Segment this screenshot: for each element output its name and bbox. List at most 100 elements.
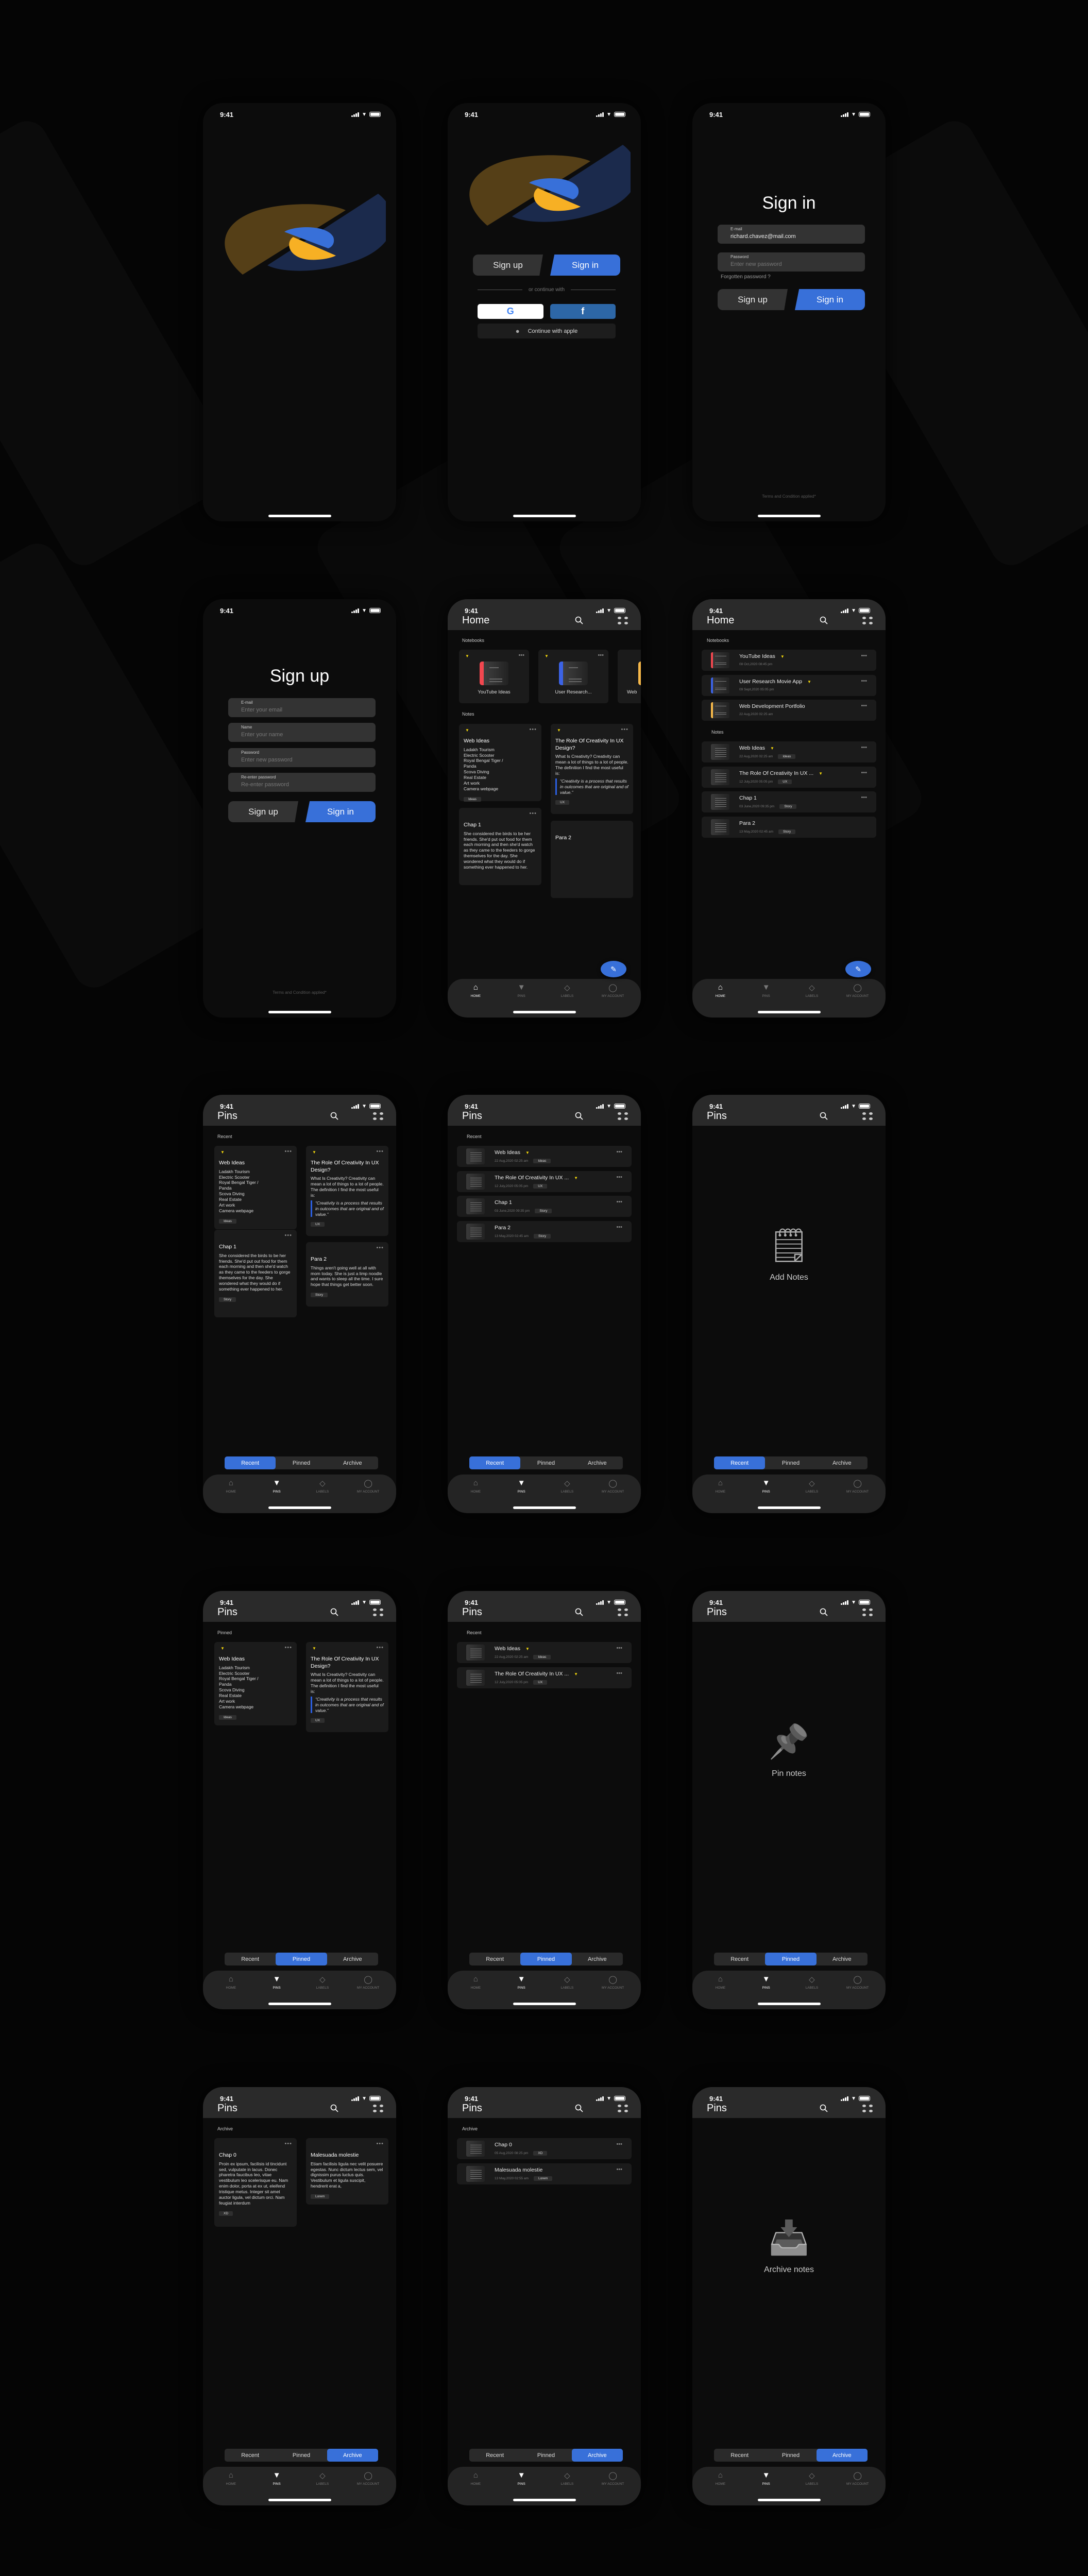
- more-icon[interactable]: •••: [621, 726, 628, 733]
- terms-link[interactable]: Terms and Condition applied*: [203, 990, 396, 995]
- tab-account[interactable]: ◯ MY ACCOUNT: [590, 1479, 636, 1513]
- note-tag[interactable]: XD: [219, 2211, 233, 2216]
- notebook-row[interactable]: YouTube Ideas ▼ 08 Oct,2020 08:45 pm •••: [702, 650, 876, 671]
- note-row[interactable]: Web Ideas ▼ 22 Aug,2020 02:25 am Ideas •••: [702, 741, 876, 762]
- more-icon[interactable]: •••: [284, 2141, 292, 2147]
- pin-icon[interactable]: ▼: [545, 654, 549, 658]
- tab-account[interactable]: ◯ MY ACCOUNT: [590, 1975, 636, 2009]
- terms-link[interactable]: Terms and Condition applied*: [692, 494, 886, 499]
- note-row[interactable]: Malesuada molestie 13 May,2020 02:55 am Lo…: [457, 2163, 632, 2184]
- more-icon[interactable]: •••: [861, 770, 867, 776]
- more-icon[interactable]: •••: [616, 1199, 622, 1205]
- more-icon[interactable]: •••: [529, 726, 537, 733]
- note-row[interactable]: Web Ideas ▼ 22 Aug,2020 02:25 am Ideas •••: [457, 1146, 632, 1167]
- notebook-card[interactable]: ▼ ••• User Research...: [538, 650, 608, 703]
- sign-up-button[interactable]: Sign up: [228, 801, 298, 822]
- tab-account[interactable]: ◯ MY ACCOUNT: [835, 1975, 880, 2009]
- note-tag[interactable]: Story: [311, 1293, 328, 1298]
- segment-recent[interactable]: Recent: [469, 1953, 520, 1965]
- pin-icon[interactable]: ▼: [819, 771, 823, 776]
- note-card[interactable]: ••• Chap 1 She considered the birds to be …: [459, 808, 541, 885]
- apple-button[interactable]: ● Continue with apple: [478, 324, 616, 338]
- segment-recent[interactable]: Recent: [225, 1456, 276, 1469]
- reenter-password-input[interactable]: [241, 782, 365, 788]
- tab-account[interactable]: ◯ MY ACCOUNT: [345, 1975, 391, 2009]
- note-row[interactable]: Chap 1 03 June,2020 09:35 pm Story •••: [457, 1196, 632, 1217]
- more-icon[interactable]: •••: [616, 1174, 622, 1180]
- note-card[interactable]: ▼ ••• The Role Of Creativity In UX Design?…: [306, 1642, 388, 1732]
- password-field[interactable]: Password: [718, 252, 865, 272]
- note-card[interactable]: ▼ ••• Web Ideas Ladakh Tourism Electric Scoo…: [459, 724, 541, 802]
- pin-icon[interactable]: ▼: [465, 728, 469, 733]
- tab-home[interactable]: ⌂ HOME: [453, 2471, 499, 2505]
- more-icon[interactable]: •••: [861, 744, 867, 751]
- note-card[interactable]: ••• Para 2 Things aren't going well at all…: [306, 1242, 388, 1307]
- more-icon[interactable]: •••: [616, 2166, 622, 2173]
- sign-in-button[interactable]: Sign in: [305, 801, 376, 822]
- notebook-row[interactable]: User Research Movie App ▼ 09 Sept,2020 05:…: [702, 675, 876, 696]
- note-tag[interactable]: Story: [535, 1209, 552, 1213]
- tab-home[interactable]: ⌂ HOME: [698, 1479, 743, 1513]
- tab-account[interactable]: ◯ MY ACCOUNT: [835, 983, 880, 1018]
- pin-icon[interactable]: ▼: [525, 1647, 530, 1651]
- note-tag[interactable]: Story: [778, 829, 796, 834]
- pin-icon[interactable]: ▼: [780, 654, 785, 659]
- note-card[interactable]: ••• Malesuada molestie Etiam facilisis lig…: [306, 2138, 388, 2205]
- password-input[interactable]: [730, 261, 854, 267]
- tab-account[interactable]: ◯ MY ACCOUNT: [345, 2471, 391, 2505]
- note-row[interactable]: Web Ideas ▼ 22 Aug,2020 02:25 am Ideas •••: [457, 1642, 632, 1663]
- segment-archive[interactable]: Archive: [327, 1953, 378, 1965]
- note-tag[interactable]: XD: [533, 2151, 548, 2156]
- note-tag[interactable]: UX: [778, 779, 792, 784]
- pin-icon[interactable]: ▼: [807, 680, 811, 684]
- password-field[interactable]: Password: [228, 748, 376, 767]
- tab-home[interactable]: ⌂ HOME: [698, 2471, 743, 2505]
- tab-home[interactable]: ⌂ HOME: [208, 1479, 254, 1513]
- note-row[interactable]: Chap 0 05 Aug,2020 08:25 pm XD •••: [457, 2138, 632, 2159]
- note-tag[interactable]: UX: [533, 1184, 548, 1189]
- email-field[interactable]: E-mail: [228, 698, 376, 717]
- segment-archive[interactable]: Archive: [327, 1456, 378, 1469]
- note-tag[interactable]: UX: [311, 1222, 325, 1227]
- more-icon[interactable]: •••: [616, 1645, 622, 1651]
- notebook-card[interactable]: Web: [618, 650, 641, 703]
- note-row[interactable]: The Role Of Creativity In UX ... ▼ 12 July…: [457, 1667, 632, 1688]
- more-icon[interactable]: •••: [861, 678, 867, 684]
- more-icon[interactable]: •••: [284, 1645, 292, 1651]
- note-row[interactable]: Para 2 13 May,2020 02:45 am Story: [702, 817, 876, 838]
- note-card[interactable]: ••• Chap 0 Proin ex ipsum, facilisis id ti…: [214, 2138, 297, 2227]
- segment-archive[interactable]: Archive: [572, 1456, 623, 1469]
- segment-pinned[interactable]: Pinned: [765, 1953, 817, 1965]
- segment-recent[interactable]: Recent: [714, 1456, 766, 1469]
- pin-icon[interactable]: ▼: [770, 746, 774, 751]
- new-note-button[interactable]: ✎: [601, 961, 626, 977]
- segment-recent[interactable]: Recent: [225, 2449, 276, 2462]
- sign-up-button[interactable]: Sign up: [473, 255, 543, 276]
- tab-account[interactable]: ◯ MY ACCOUNT: [835, 1479, 880, 1513]
- note-tag[interactable]: Ideas: [533, 1159, 551, 1163]
- more-icon[interactable]: •••: [284, 1148, 292, 1155]
- more-icon[interactable]: •••: [616, 1149, 622, 1155]
- notebook-card[interactable]: ▼ ••• YouTube Ideas: [459, 650, 529, 703]
- segment-pinned[interactable]: Pinned: [276, 1953, 327, 1965]
- note-tag[interactable]: Story: [779, 804, 797, 809]
- tab-home[interactable]: ⌂ HOME: [453, 1975, 499, 2009]
- tab-account[interactable]: ◯ MY ACCOUNT: [590, 2471, 636, 2505]
- segment-recent[interactable]: Recent: [714, 1953, 765, 1965]
- google-button[interactable]: G: [478, 304, 543, 319]
- pin-icon[interactable]: ▼: [574, 1672, 578, 1676]
- sign-up-button[interactable]: Sign up: [718, 289, 788, 310]
- pin-icon[interactable]: ▼: [312, 1646, 316, 1651]
- segment-recent[interactable]: Recent: [469, 2449, 520, 2462]
- note-tag[interactable]: UX: [555, 800, 570, 805]
- sign-in-button[interactable]: Sign in: [550, 255, 620, 276]
- forgot-password-link[interactable]: Forgotten password ?: [721, 274, 771, 280]
- more-icon[interactable]: •••: [376, 2141, 384, 2147]
- more-icon[interactable]: •••: [616, 2141, 622, 2147]
- note-row[interactable]: Chap 1 03 June,2020 09:35 pm Story •••: [702, 791, 876, 812]
- segment-archive[interactable]: Archive: [572, 1953, 623, 1965]
- note-tag[interactable]: Ideas: [219, 1715, 236, 1720]
- segment-archive[interactable]: Archive: [816, 2449, 868, 2462]
- pin-icon[interactable]: ▼: [220, 1646, 225, 1651]
- tab-home[interactable]: ⌂ HOME: [698, 983, 743, 1018]
